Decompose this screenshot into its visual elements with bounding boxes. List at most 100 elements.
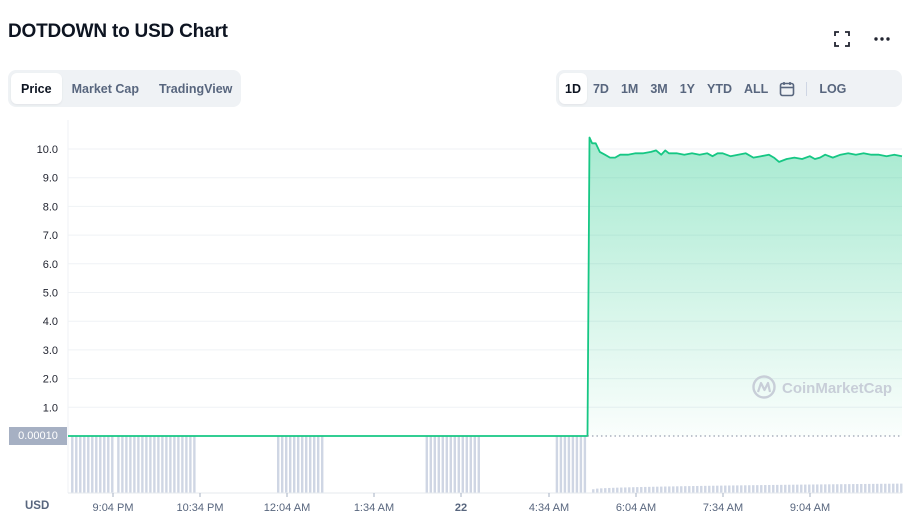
volume-bar [696,485,699,493]
more-horizontal-icon [874,37,890,41]
x-tick-label: 9:04 PM [93,502,134,514]
volume-bar [141,436,144,493]
volume-bar [844,484,847,493]
volume-bar [744,485,747,493]
range-7d[interactable]: 7D [587,73,615,104]
x-tick-label: 6:04 AM [616,502,656,514]
range-1d[interactable]: 1D [559,73,587,104]
volume-bar [91,436,94,493]
volume-bar [832,484,835,493]
range-1y[interactable]: 1Y [674,73,701,104]
range-all[interactable]: ALL [738,73,774,104]
volume-bar [664,486,667,493]
tab-tradingview[interactable]: TradingView [149,73,242,104]
volume-bar [852,484,855,493]
x-tick-label: 22 [455,502,467,514]
volume-bar [571,436,575,493]
volume-bar [800,484,803,493]
volume-bar [856,484,859,493]
volume-bar [652,486,655,493]
fullscreen-icon [834,31,850,47]
fullscreen-button[interactable] [831,28,853,50]
volume-bar [313,436,316,493]
volume-bar [563,436,567,493]
volume-bar [437,436,440,493]
volume-bar [672,486,675,493]
volume-bar [740,485,743,493]
volume-bar [796,484,799,493]
volume-bar [616,487,619,493]
x-tick-label: 12:04 AM [264,502,310,514]
range-1m[interactable]: 1M [615,73,644,104]
volume-bar [321,436,324,493]
volume-bar [579,436,583,493]
chart-axes: 1.0 2.0 3.0 4.0 5.0 6.0 7.0 8.0 9.0 10.0 9:04 PM 10… [37,144,831,514]
y-tick-label: 3.0 [43,345,58,357]
calendar-icon [780,81,795,96]
y-tick-label: 9.0 [43,173,58,185]
volume-bar [848,484,851,493]
volume-bar [99,436,102,493]
volume-bar [792,484,795,493]
volume-bar [692,486,695,493]
more-options-button[interactable] [871,28,893,50]
x-tick-label: 7:34 AM [703,502,743,514]
volume-bar [608,487,611,493]
selector-divider [806,81,808,96]
volume-bar [676,486,679,493]
volume-bar [277,436,280,493]
tab-price[interactable]: Price [11,73,62,104]
volume-bar [780,484,783,493]
y-tick-label: 7.0 [43,230,58,242]
volume-bar [445,436,448,493]
volume-bar [317,436,320,493]
volume-bar [309,436,312,493]
volume-bar [83,436,86,493]
volume-bar [75,436,78,493]
y-tick-label: 5.0 [43,288,58,300]
currency-label: USD [25,500,50,512]
volume-bar [103,436,106,493]
watermark: CoinMarketCap [752,375,892,399]
volume-bar [644,486,647,493]
volume-bar [884,483,887,493]
volume-bar [704,485,707,493]
range-ytd[interactable]: YTD [701,73,738,104]
volume-bar [575,436,579,493]
volume-bar [173,436,176,493]
volume-bar [752,485,755,493]
volume-bar [289,436,292,493]
volume-bar [281,436,284,493]
log-scale-toggle[interactable]: LOG [813,73,852,104]
volume-bar [620,487,623,493]
volume-bar [860,483,863,493]
volume-bar [828,484,831,493]
volume-bar [876,483,879,493]
volume-bar [555,436,559,493]
volume-bar [772,484,775,493]
volume-bar [129,436,132,493]
volume-bar [708,485,711,493]
volume-bar [684,486,687,493]
time-range-selector: 1D 7D 1M 3M 1Y YTD ALL LOG [556,70,902,107]
volume-bar [441,436,444,493]
volume-bar [872,483,875,493]
volume-bar [79,436,82,493]
volume-bar [596,488,599,493]
volume-bar [768,484,771,493]
volume-bar [189,436,192,493]
volume-bar [111,436,114,493]
volume-bar [724,485,727,493]
volume-bar [121,436,124,493]
chart-type-tabs: Price Market Cap TradingView [8,70,241,107]
volume-bar [880,483,883,493]
volume-bar [632,487,635,493]
volume-bar [728,485,731,493]
tab-market-cap[interactable]: Market Cap [62,73,149,104]
price-area-fill [587,137,902,436]
calendar-button[interactable] [774,73,800,104]
volume-bar [636,487,639,493]
range-3m[interactable]: 3M [644,73,673,104]
volume-bar [425,436,428,493]
volume-bar [624,487,627,493]
